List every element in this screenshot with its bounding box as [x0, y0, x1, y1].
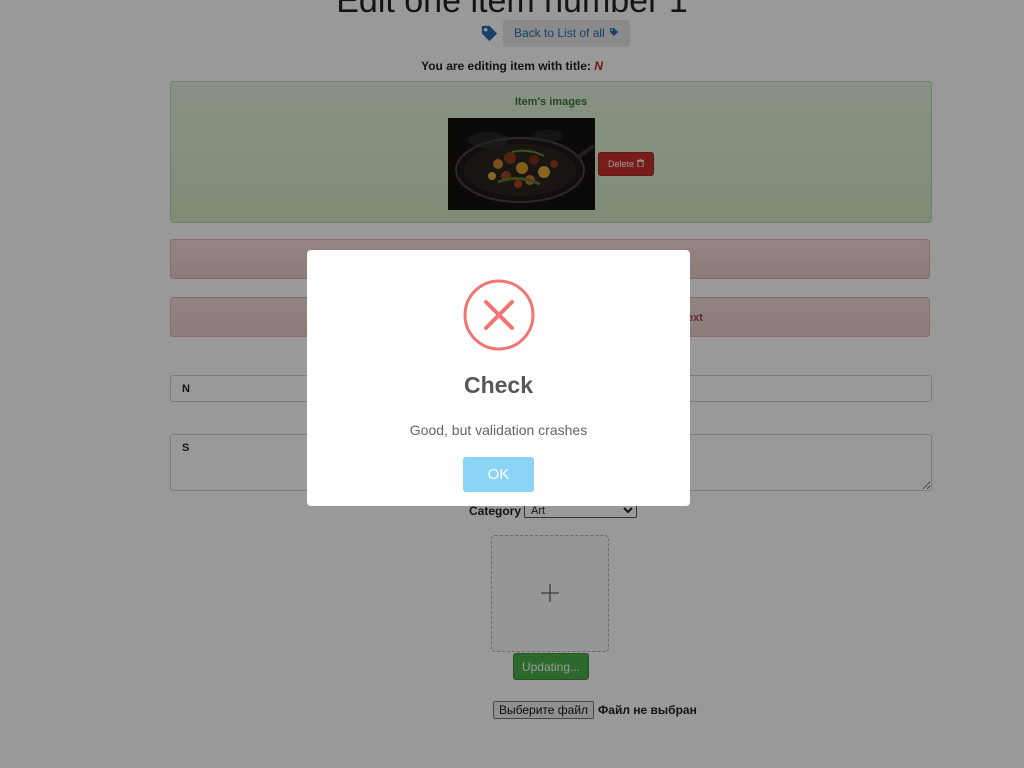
ok-button[interactable]: OK	[463, 457, 534, 492]
dialog-title: Check	[463, 372, 534, 398]
error-x-icon	[463, 279, 535, 351]
page: Edit one item number 1 Back to List of a…	[0, 0, 1024, 768]
dialog-message: Good, but validation crashes	[409, 422, 588, 438]
alert-dialog: Check Good, but validation crashes OK	[307, 250, 690, 506]
